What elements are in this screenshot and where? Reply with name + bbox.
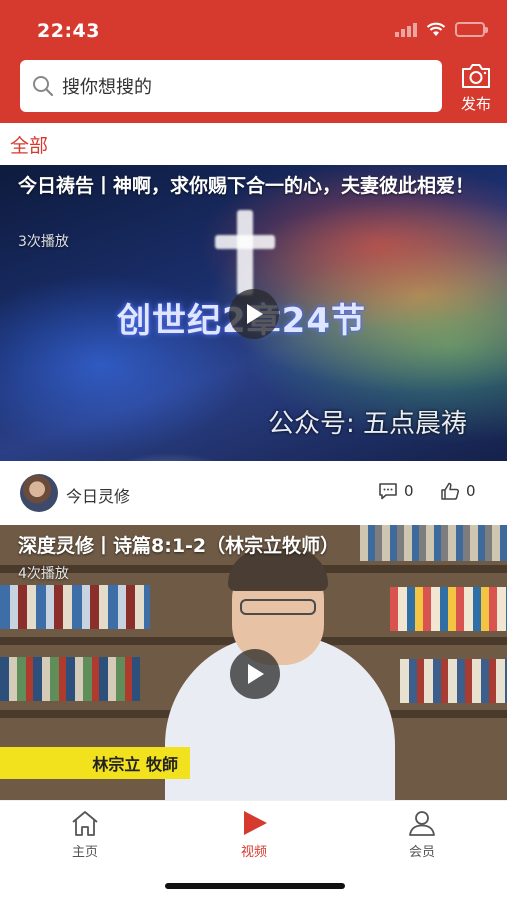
status-bar: 22:43	[0, 0, 507, 58]
cross-graphic	[237, 210, 253, 295]
books	[390, 587, 507, 631]
books	[0, 585, 150, 629]
video-watermark: 公众号: 五点晨祷	[268, 409, 468, 439]
tab-member-label: 会员	[408, 845, 435, 860]
author-name[interactable]: 今日灵修	[66, 483, 130, 507]
video-play-count: 3次播放	[18, 234, 69, 250]
status-time: 22:43	[37, 20, 100, 42]
name-banner: 林宗立 牧師	[0, 747, 190, 779]
video-card-1[interactable]: 创世纪2章24节 公众号: 五点晨祷 今日祷告丨神啊，求你赐下合一的心，夫妻彼此…	[0, 165, 507, 461]
app-header: 22:43 搜你想搜的 发布	[0, 0, 507, 123]
wifi-icon	[426, 22, 446, 36]
play-icon	[248, 664, 264, 684]
thumbs-up-icon	[441, 482, 460, 500]
home-icon	[72, 811, 98, 836]
tab-home[interactable]: 主页	[55, 809, 115, 860]
books	[400, 659, 507, 703]
search-icon	[33, 76, 54, 97]
play-button[interactable]	[230, 649, 280, 699]
author-row: 今日灵修 0 0	[0, 461, 507, 525]
search-input[interactable]: 搜你想搜的	[20, 60, 442, 112]
user-icon	[409, 811, 435, 836]
status-icons	[395, 22, 488, 37]
video-title: 今日祷告丨神啊，求你赐下合一的心，夫妻彼此相爱！	[18, 175, 475, 197]
video-card-2[interactable]: 林宗立 牧師 深度灵修丨诗篇8:1-2（林宗立牧师） 4次播放	[0, 525, 507, 800]
tab-member[interactable]: 会员	[392, 809, 452, 860]
category-all-tab[interactable]: 全部	[10, 131, 48, 158]
publish-label: 发布	[460, 95, 491, 113]
tab-video-label: 视频	[240, 845, 267, 860]
tab-home-label: 主页	[71, 845, 98, 860]
video-play-count: 4次播放	[18, 566, 69, 582]
signal-icon	[395, 22, 417, 37]
cross-graphic-bar	[215, 235, 275, 249]
avatar[interactable]	[20, 474, 58, 512]
category-bar: 全部	[0, 123, 507, 165]
comment-count-value: 0	[404, 482, 414, 500]
tab-video[interactable]: 视频	[224, 809, 284, 860]
like-count-value: 0	[466, 482, 476, 500]
comment-count[interactable]: 0	[378, 482, 414, 500]
publish-button[interactable]: 发布	[453, 62, 499, 118]
speaker-glasses	[240, 599, 316, 615]
like-count[interactable]: 0	[440, 482, 476, 500]
battery-icon	[455, 22, 488, 37]
search-placeholder: 搜你想搜的	[62, 77, 152, 98]
play-icon	[244, 811, 267, 835]
books	[0, 657, 140, 701]
home-indicator	[165, 883, 345, 889]
play-button[interactable]	[229, 289, 279, 339]
comment-icon	[379, 483, 397, 500]
camera-icon	[462, 64, 490, 88]
play-icon	[247, 304, 263, 324]
video-title: 深度灵修丨诗篇8:1-2（林宗立牧师）	[18, 535, 340, 557]
